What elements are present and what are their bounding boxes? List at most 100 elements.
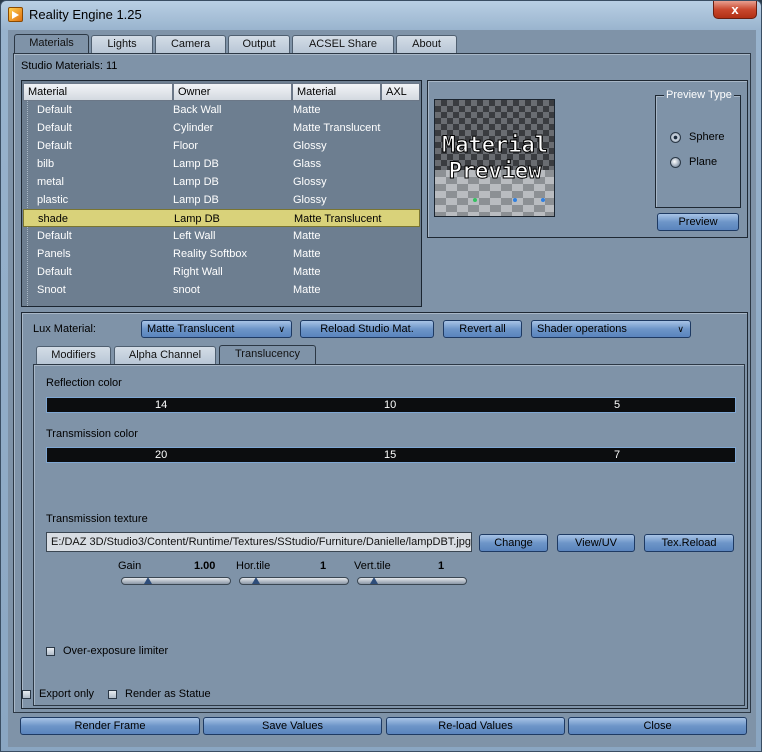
- cell-owner: Reality Softbox: [173, 248, 247, 260]
- gain-slider[interactable]: [121, 577, 231, 585]
- lux-material-panel: Lux Material: Matte Translucent ∨ Reload …: [21, 312, 748, 709]
- header-material-type[interactable]: Material: [292, 83, 381, 101]
- preview-caption-2: Preview: [449, 159, 542, 184]
- shader-operations-label: Shader operations: [537, 323, 627, 335]
- table-row[interactable]: Default Back Wall Matte: [23, 101, 420, 119]
- hor-tile-label: Hor.tile: [236, 560, 271, 572]
- hor-tile-slider[interactable]: [239, 577, 349, 585]
- cell-material-type: Matte: [293, 230, 321, 242]
- cell-material: shade: [38, 213, 68, 225]
- tab-alpha-channel[interactable]: Alpha Channel: [114, 346, 216, 364]
- render-statue-label[interactable]: Render as Statue: [125, 688, 211, 700]
- table-row[interactable]: Snoot snoot Matte: [23, 281, 420, 299]
- preview-button[interactable]: Preview: [657, 213, 739, 231]
- cell-material: Snoot: [37, 284, 66, 296]
- radio-plane-label[interactable]: Plane: [689, 156, 717, 168]
- view-uv-button[interactable]: View/UV: [557, 534, 635, 552]
- material-preview-image: Material Preview: [434, 99, 555, 217]
- shader-operations-dropdown[interactable]: Shader operations ∨: [531, 320, 691, 338]
- tab-camera[interactable]: Camera: [155, 35, 226, 53]
- cell-material: metal: [37, 176, 64, 188]
- table-row[interactable]: Default Left Wall Matte: [23, 227, 420, 245]
- preview-caption-1: Material: [442, 133, 548, 158]
- cell-material-type: Matte Translucent: [294, 213, 382, 225]
- reflection-color-label: Reflection color: [46, 377, 122, 389]
- cell-owner: Lamp DB: [173, 158, 219, 170]
- hor-tile-slider-thumb[interactable]: [252, 577, 260, 584]
- cell-owner: Left Wall: [173, 230, 216, 242]
- revert-all-button[interactable]: Revert all: [443, 320, 522, 338]
- header-owner[interactable]: Owner: [173, 83, 292, 101]
- cell-material-type: Glossy: [293, 176, 327, 188]
- table-row[interactable]: bilb Lamp DB Glass: [23, 155, 420, 173]
- cell-material: Default: [37, 140, 72, 152]
- close-button[interactable]: Close: [568, 717, 747, 735]
- radio-sphere-label[interactable]: Sphere: [689, 131, 724, 143]
- tab-about[interactable]: About: [396, 35, 457, 53]
- vert-tile-slider-thumb[interactable]: [370, 577, 378, 584]
- transmission-color-bar[interactable]: 20 15 7: [46, 447, 736, 463]
- tab-translucency[interactable]: Translucency: [219, 345, 316, 365]
- cell-owner: Lamp DB: [174, 213, 220, 225]
- save-values-button[interactable]: Save Values: [203, 717, 382, 735]
- title-bar[interactable]: Reality Engine 1.25 x: [1, 1, 761, 29]
- render-frame-button[interactable]: Render Frame: [20, 717, 200, 735]
- reload-values-button[interactable]: Re-load Values: [386, 717, 565, 735]
- table-row[interactable]: Panels Reality Softbox Matte: [23, 245, 420, 263]
- cell-owner: Right Wall: [173, 266, 223, 278]
- table-row[interactable]: plastic Lamp DB Glossy: [23, 191, 420, 209]
- reflection-r: 14: [155, 399, 168, 411]
- header-axl[interactable]: AXL: [381, 83, 420, 101]
- tab-modifiers[interactable]: Modifiers: [36, 346, 111, 364]
- overexposure-checkbox[interactable]: [46, 647, 55, 656]
- cell-owner: Floor: [173, 140, 199, 152]
- table-row[interactable]: Default Right Wall Matte: [23, 263, 420, 281]
- tab-output[interactable]: Output: [228, 35, 290, 53]
- radio-plane[interactable]: [670, 157, 681, 168]
- cell-material: Default: [37, 266, 72, 278]
- cell-material: Default: [37, 104, 72, 116]
- cell-material-type: Matte Translucent: [293, 122, 381, 134]
- transmission-g: 15: [384, 449, 397, 461]
- window-title: Reality Engine 1.25: [29, 7, 142, 22]
- reload-studio-mat-button[interactable]: Reload Studio Mat.: [300, 320, 434, 338]
- tab-materials[interactable]: Materials: [14, 34, 89, 54]
- reflection-color-bar[interactable]: 14 10 5: [46, 397, 736, 413]
- cell-owner: Lamp DB: [173, 176, 219, 188]
- cell-material-type: Matte: [293, 266, 321, 278]
- table-row[interactable]: shade Lamp DB Matte Translucent: [23, 209, 420, 227]
- header-material[interactable]: Material: [23, 83, 173, 101]
- cell-owner: Cylinder: [173, 122, 214, 134]
- table-row[interactable]: metal Lamp DB Glossy: [23, 173, 420, 191]
- reality-app-icon: [8, 7, 23, 22]
- radio-sphere[interactable]: [670, 132, 681, 143]
- overexposure-label[interactable]: Over-exposure limiter: [63, 645, 168, 657]
- cell-owner: snoot: [173, 284, 200, 296]
- table-row[interactable]: Default Cylinder Matte Translucent: [23, 119, 420, 137]
- preview-type-title: Preview Type: [664, 89, 734, 101]
- tab-acsel-share[interactable]: ACSEL Share: [292, 35, 394, 53]
- export-only-label[interactable]: Export only: [39, 688, 94, 700]
- cell-material: bilb: [37, 158, 55, 170]
- transmission-b: 7: [614, 449, 621, 461]
- preview-type-group: Preview Type Sphere Plane: [655, 89, 741, 208]
- client-area: Materials Lights Camera Output ACSEL Sha…: [8, 30, 756, 747]
- tex-reload-button[interactable]: Tex.Reload: [644, 534, 734, 552]
- texture-path-field[interactable]: E:/DAZ 3D/Studio3/Content/Runtime/Textur…: [46, 532, 472, 552]
- window-close-button[interactable]: x: [713, 1, 757, 19]
- lux-material-dropdown[interactable]: Matte Translucent ∨: [141, 320, 292, 338]
- cell-owner: Back Wall: [173, 104, 222, 116]
- cell-material: Default: [37, 122, 72, 134]
- export-only-checkbox[interactable]: [22, 690, 31, 699]
- gain-slider-thumb[interactable]: [144, 577, 152, 584]
- vert-tile-slider[interactable]: [357, 577, 467, 585]
- change-texture-button[interactable]: Change: [479, 534, 548, 552]
- cell-material-type: Matte: [293, 104, 321, 116]
- table-row[interactable]: Default Floor Glossy: [23, 137, 420, 155]
- gain-label: Gain: [118, 560, 142, 572]
- transmission-color-label: Transmission color: [46, 428, 138, 440]
- render-statue-checkbox[interactable]: [108, 690, 117, 699]
- cell-material: Default: [37, 230, 72, 242]
- tab-lights[interactable]: Lights: [91, 35, 153, 53]
- transmission-r: 20: [155, 449, 168, 461]
